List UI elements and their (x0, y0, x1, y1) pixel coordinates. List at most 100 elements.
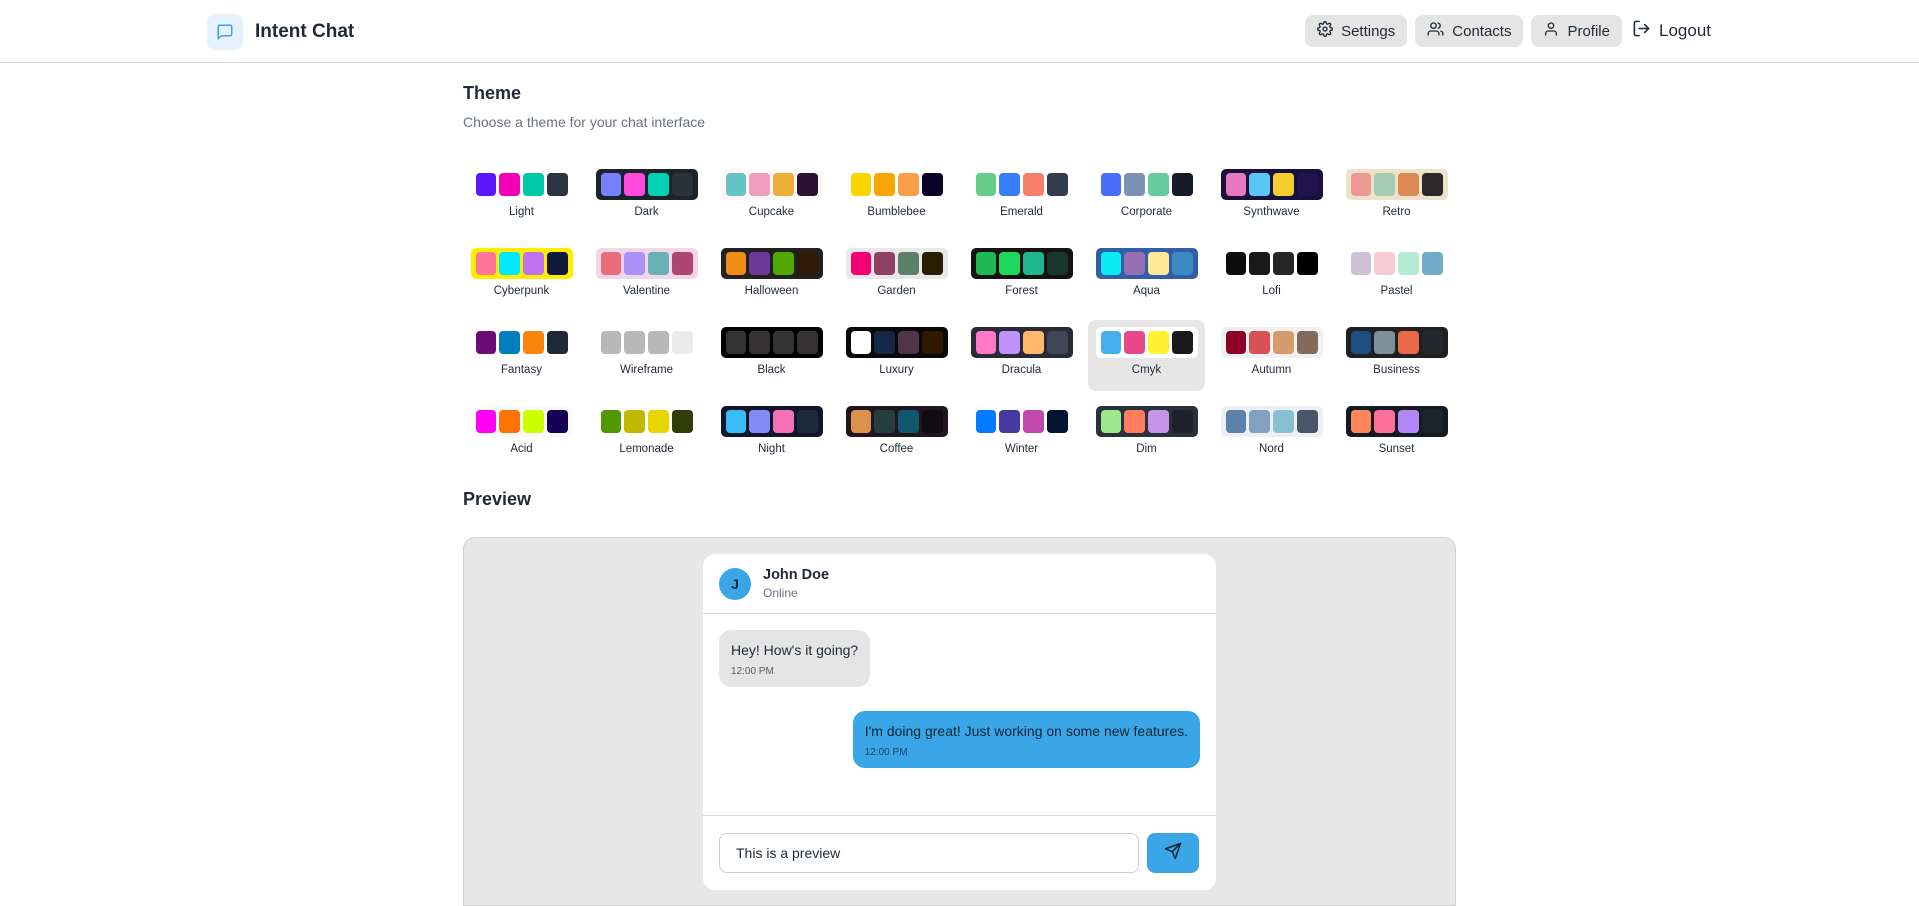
theme-name: Black (757, 364, 786, 376)
theme-name: Aqua (1133, 285, 1160, 297)
theme-swatch-group (1345, 406, 1448, 437)
theme-swatch (1273, 173, 1294, 196)
theme-option-sunset[interactable]: Sunset (1338, 399, 1455, 470)
navbar: Intent Chat Settings Contacts Profile Lo… (0, 0, 1919, 63)
theme-section: Theme Choose a theme for your chat inter… (463, 83, 1456, 455)
theme-option-night[interactable]: Night (713, 399, 830, 470)
theme-swatch (624, 252, 645, 275)
theme-option-dracula[interactable]: Dracula (963, 320, 1080, 391)
theme-name: Business (1373, 364, 1420, 376)
theme-swatch (1374, 410, 1395, 433)
contact-info: John Doe Online (763, 567, 829, 600)
contact-name: John Doe (763, 567, 830, 583)
theme-option-coffee[interactable]: Coffee (838, 399, 955, 470)
theme-swatch (921, 173, 943, 196)
theme-name: Luxury (879, 364, 914, 376)
theme-swatch-group (1345, 169, 1448, 200)
theme-swatch (1100, 410, 1122, 433)
profile-button[interactable]: Profile (1531, 15, 1622, 47)
user-icon (1543, 21, 1559, 41)
theme-option-valentine[interactable]: Valentine (588, 241, 705, 312)
message-input[interactable] (719, 833, 1139, 873)
theme-option-lofi[interactable]: Lofi (1213, 241, 1330, 312)
theme-option-autumn[interactable]: Autumn (1213, 320, 1330, 391)
theme-option-nord[interactable]: Nord (1213, 399, 1330, 470)
theme-swatch (1273, 331, 1294, 354)
theme-swatch-group (1220, 248, 1323, 279)
theme-swatch (1023, 173, 1044, 196)
theme-swatch (1421, 173, 1443, 196)
theme-grid: Light Dark Cupcake Bumblebee Emerald Corporat… (463, 162, 1456, 470)
theme-swatch (1350, 173, 1372, 196)
theme-option-dark[interactable]: Dark (588, 162, 705, 233)
theme-section-title: Theme (463, 83, 522, 103)
theme-option-dim[interactable]: Dim (1088, 399, 1205, 470)
send-button[interactable] (1147, 833, 1199, 873)
theme-swatch (975, 173, 997, 196)
theme-swatch (1296, 331, 1318, 354)
theme-option-fantasy[interactable]: Fantasy (463, 320, 580, 391)
theme-swatch (874, 173, 895, 196)
logout-button[interactable]: Logout (1630, 15, 1713, 47)
theme-swatch (1124, 252, 1145, 275)
theme-option-cupcake[interactable]: Cupcake (713, 162, 830, 233)
theme-swatch (600, 410, 622, 433)
theme-swatch (1273, 252, 1294, 275)
theme-option-cyberpunk[interactable]: Cyberpunk (463, 241, 580, 312)
theme-option-wireframe[interactable]: Wireframe (588, 320, 705, 391)
brand-link[interactable]: Intent Chat (207, 14, 354, 50)
theme-option-business[interactable]: Business (1338, 320, 1455, 391)
theme-option-halloween[interactable]: Halloween (713, 241, 830, 312)
theme-swatch (1296, 410, 1318, 433)
theme-swatch (1296, 173, 1318, 196)
theme-swatch (523, 252, 544, 275)
theme-swatch (1374, 173, 1395, 196)
theme-swatch (898, 331, 919, 354)
theme-option-corporate[interactable]: Corporate (1088, 162, 1205, 233)
theme-section-subtitle: Choose a theme for your chat interface (463, 114, 706, 130)
theme-option-lemonade[interactable]: Lemonade (588, 399, 705, 470)
theme-option-garden[interactable]: Garden (838, 241, 955, 312)
theme-option-emerald[interactable]: Emerald (963, 162, 1080, 233)
theme-option-light[interactable]: Light (463, 162, 580, 233)
theme-option-cmyk[interactable]: Cmyk (1088, 320, 1205, 391)
theme-swatch (1225, 331, 1247, 354)
theme-swatch (671, 252, 693, 275)
theme-swatch (499, 252, 520, 275)
theme-name: Dark (634, 206, 659, 218)
theme-option-synthwave[interactable]: Synthwave (1213, 162, 1330, 233)
theme-swatch (773, 173, 794, 196)
theme-swatch-group (470, 248, 573, 279)
theme-swatch-group (970, 327, 1073, 358)
theme-option-winter[interactable]: Winter (963, 399, 1080, 470)
theme-swatch (1398, 173, 1419, 196)
theme-swatch (1273, 410, 1294, 433)
theme-swatch-group (1345, 248, 1448, 279)
theme-swatch (1148, 331, 1169, 354)
theme-option-black[interactable]: Black (713, 320, 830, 391)
theme-option-retro[interactable]: Retro (1338, 162, 1455, 233)
theme-option-acid[interactable]: Acid (463, 399, 580, 470)
theme-option-pastel[interactable]: Pastel (1338, 241, 1455, 312)
theme-option-aqua[interactable]: Aqua (1088, 241, 1205, 312)
theme-swatch (1023, 410, 1044, 433)
theme-swatch (773, 331, 794, 354)
theme-swatch (1249, 331, 1270, 354)
theme-swatch (1398, 331, 1419, 354)
contacts-button[interactable]: Contacts (1415, 15, 1524, 47)
theme-swatch (749, 173, 770, 196)
message-incoming: Hey! How's it going? 12:00 PM (719, 630, 871, 687)
theme-swatch (1100, 173, 1122, 196)
theme-option-forest[interactable]: Forest (963, 241, 1080, 312)
theme-swatch (648, 173, 669, 196)
theme-swatch-group (720, 406, 823, 437)
theme-swatch-group (1095, 327, 1198, 358)
settings-button[interactable]: Settings (1305, 15, 1408, 47)
theme-swatch (1296, 252, 1318, 275)
theme-swatch (898, 252, 919, 275)
theme-option-bumblebee[interactable]: Bumblebee (838, 162, 955, 233)
theme-option-luxury[interactable]: Luxury (838, 320, 955, 391)
theme-swatch (850, 331, 872, 354)
theme-swatch-group (720, 327, 823, 358)
theme-swatch-group (595, 327, 698, 358)
